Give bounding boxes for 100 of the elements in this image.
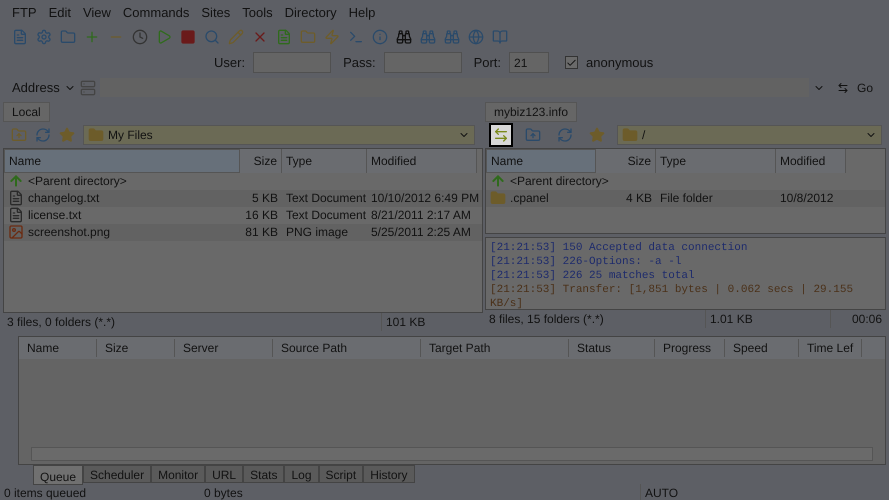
globe-icon[interactable] bbox=[468, 29, 484, 46]
refresh-icon bbox=[557, 126, 573, 143]
up-arrow-icon bbox=[490, 173, 506, 190]
pencil-icon[interactable] bbox=[228, 29, 244, 46]
column-header[interactable]: Name bbox=[486, 148, 596, 173]
queue-tab[interactable]: Log bbox=[284, 464, 318, 483]
path-dropdown[interactable]: My Files bbox=[83, 124, 475, 145]
file-type: Text Document bbox=[285, 207, 367, 224]
column-header[interactable]: Time Lef bbox=[799, 338, 862, 357]
column-header[interactable]: Speed bbox=[725, 338, 799, 357]
queue-tab[interactable]: Script bbox=[318, 464, 364, 483]
file-row[interactable]: <Parent directory> bbox=[4, 172, 482, 190]
pane-tab[interactable]: mybiz123.info bbox=[485, 102, 578, 122]
go-button[interactable]: Go bbox=[852, 78, 877, 97]
log-line: [21:21:53] 226-Options: -a -l bbox=[490, 254, 682, 269]
folder-icon[interactable] bbox=[60, 29, 76, 46]
folder-up-icon bbox=[525, 126, 541, 143]
toolbar-button[interactable] bbox=[489, 122, 513, 147]
file-row[interactable]: <Parent directory> bbox=[486, 172, 885, 190]
column-header[interactable]: Name bbox=[19, 338, 97, 357]
checkbox[interactable] bbox=[565, 56, 578, 70]
log-line: [21:21:53] 150 Accepted data connection bbox=[490, 240, 748, 255]
column-header[interactable]: Server bbox=[175, 338, 273, 357]
file-row[interactable]: .cpanel 4 KB File folder 10/8/2012 bbox=[486, 190, 885, 207]
binoculars-icon[interactable] bbox=[444, 29, 460, 46]
path-dropdown[interactable]: / bbox=[617, 124, 882, 145]
binoculars-icon[interactable] bbox=[396, 29, 412, 46]
settings-icon[interactable] bbox=[36, 29, 52, 46]
menu-item[interactable]: Tools bbox=[242, 2, 273, 22]
folder-icon bbox=[490, 190, 506, 206]
folder-icon bbox=[622, 126, 638, 143]
checkbox-label: anonymous bbox=[586, 54, 654, 72]
file-modified: 10/8/2012 bbox=[779, 190, 834, 208]
status-text: 1.01 KB bbox=[705, 310, 830, 328]
clock-icon[interactable] bbox=[132, 29, 148, 46]
info-icon[interactable] bbox=[372, 29, 388, 46]
file-row[interactable]: license.txt 16 KB Text Document 8/21/2011 2:17 AM bbox=[4, 206, 482, 224]
column-header[interactable]: Size bbox=[97, 338, 175, 357]
folder-up-icon[interactable] bbox=[11, 126, 27, 143]
binoculars-icon[interactable] bbox=[420, 29, 436, 46]
star-icon[interactable] bbox=[59, 126, 75, 143]
lightning-icon[interactable] bbox=[324, 29, 340, 46]
column-header[interactable]: Source Path bbox=[273, 338, 421, 357]
file-size: 16 KB bbox=[244, 207, 279, 224]
column-header[interactable]: Target Path bbox=[421, 338, 569, 357]
file-modified: 8/21/2011 2:17 AM bbox=[370, 207, 472, 224]
document-icon bbox=[8, 190, 24, 206]
column-header[interactable]: Size bbox=[240, 148, 282, 173]
menu-item[interactable]: Commands bbox=[122, 2, 190, 22]
column-header[interactable]: Size bbox=[596, 148, 656, 173]
column-header[interactable]: Modified bbox=[367, 148, 477, 173]
column-header[interactable]: Progress bbox=[655, 338, 725, 357]
menu-item[interactable]: FTP bbox=[12, 2, 37, 22]
search-icon[interactable] bbox=[204, 29, 220, 46]
menu-item[interactable]: Sites bbox=[201, 2, 230, 22]
stop-icon[interactable] bbox=[180, 29, 196, 46]
up-arrow-icon bbox=[8, 173, 24, 190]
status-text: 0 items queued bbox=[3, 484, 88, 500]
field-label: Port: bbox=[474, 54, 502, 72]
address-label[interactable]: Address bbox=[12, 78, 60, 98]
menu-item[interactable]: View bbox=[82, 2, 111, 22]
column-header[interactable]: Type bbox=[282, 148, 367, 173]
folder-icon[interactable] bbox=[300, 29, 316, 46]
queue-tab[interactable]: Scheduler bbox=[83, 464, 152, 483]
menu-item[interactable]: Edit bbox=[48, 2, 71, 22]
file-row[interactable]: changelog.txt 5 KB Text Document 10/10/2012 6:49 PM bbox=[4, 190, 482, 207]
queue-tab[interactable]: History bbox=[363, 464, 415, 483]
document-icon[interactable] bbox=[12, 29, 28, 46]
status-text: 8 files, 15 folders (*.*) bbox=[488, 310, 605, 328]
document-icon bbox=[8, 207, 24, 224]
file-row[interactable]: screenshot.png 81 KB PNG image 5/25/2011 2:25 AM bbox=[4, 224, 482, 241]
menu-item[interactable]: Help bbox=[348, 2, 376, 22]
queue-tab[interactable]: Queue bbox=[33, 464, 84, 485]
star-icon bbox=[589, 126, 605, 143]
sync-icon bbox=[493, 126, 509, 143]
queue-tab[interactable]: URL bbox=[205, 464, 244, 483]
file-modified: 5/25/2011 2:25 AM bbox=[370, 224, 472, 242]
column-header[interactable]: Type bbox=[656, 148, 776, 173]
image-icon bbox=[8, 224, 24, 240]
menu-item[interactable]: Directory bbox=[284, 2, 337, 22]
book-icon[interactable] bbox=[492, 29, 508, 46]
column-header[interactable]: Name bbox=[4, 148, 240, 173]
status-text: 101 KB bbox=[381, 312, 430, 331]
refresh-icon[interactable] bbox=[35, 126, 51, 143]
field-label: Pass: bbox=[343, 54, 376, 72]
rename-icon[interactable] bbox=[276, 29, 292, 46]
status-text: AUTO bbox=[640, 484, 682, 500]
file-name: <Parent directory> bbox=[510, 173, 609, 190]
column-header[interactable]: Status bbox=[569, 338, 655, 357]
input-field[interactable]: 21 bbox=[509, 52, 550, 74]
queue-tab[interactable]: Stats bbox=[243, 464, 284, 483]
queue-tab[interactable]: Monitor bbox=[151, 464, 206, 483]
folder-icon bbox=[88, 126, 104, 143]
go-icon[interactable] bbox=[836, 82, 849, 94]
terminal-icon[interactable] bbox=[348, 29, 364, 46]
path-text: My Files bbox=[108, 126, 154, 144]
column-header[interactable]: Modified bbox=[776, 148, 846, 173]
play-icon[interactable] bbox=[156, 29, 172, 46]
pane-tab[interactable]: Local bbox=[3, 102, 50, 122]
file-type: Text Document bbox=[285, 190, 367, 208]
